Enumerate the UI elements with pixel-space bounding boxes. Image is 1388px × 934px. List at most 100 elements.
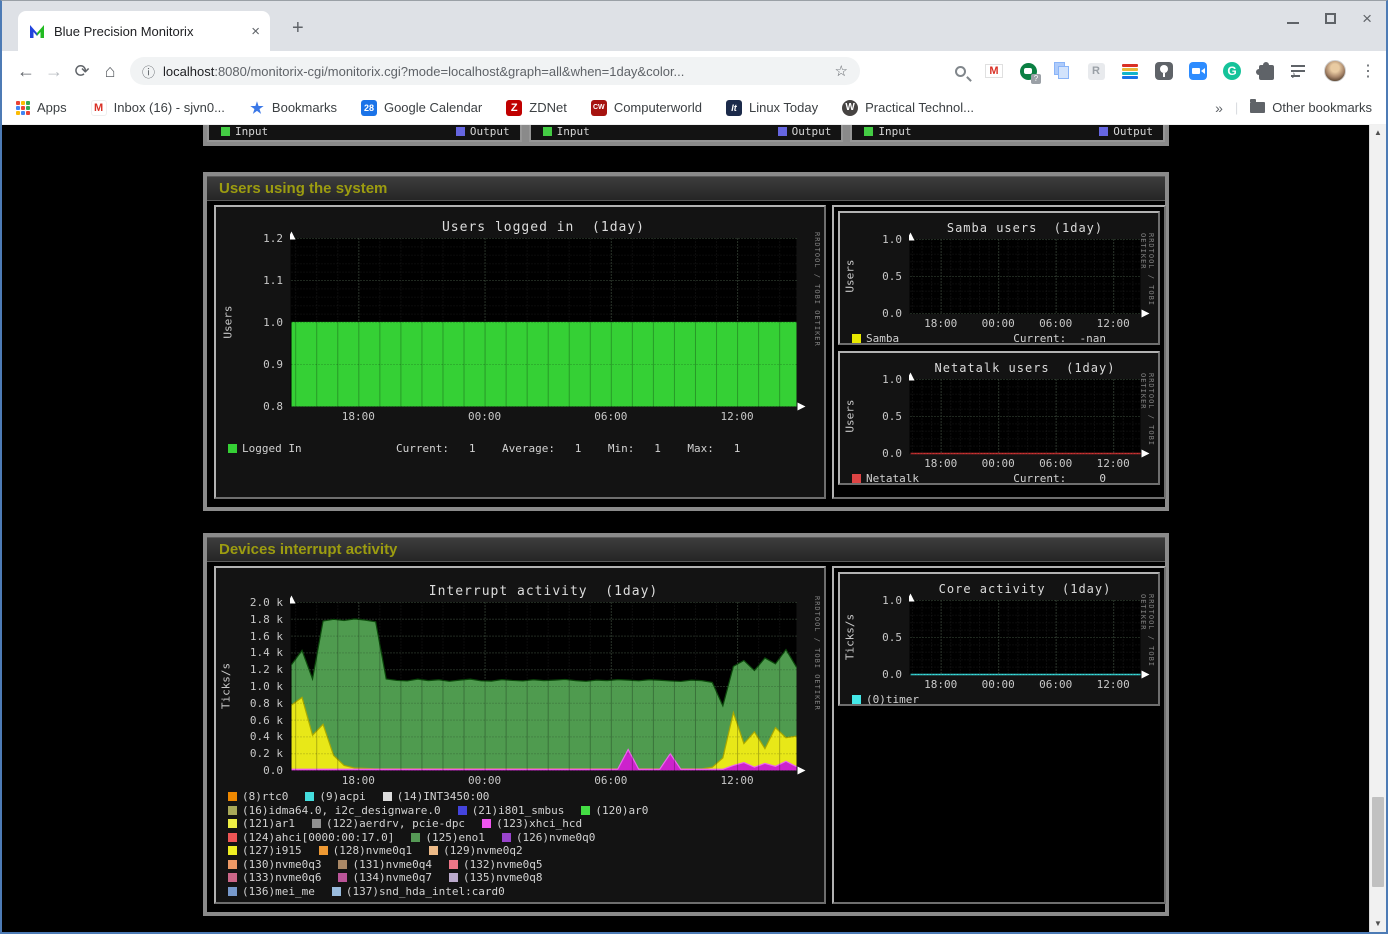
legend-swatch <box>852 334 861 343</box>
input-legend-label: Input <box>557 125 590 138</box>
legend-swatch <box>312 819 321 828</box>
legend-label: (133)nvme0q6 <box>242 871 321 884</box>
y-tick-label: 0.0 <box>216 764 283 777</box>
legend-label: (122)aerdrv, pcie-dpc <box>326 817 465 830</box>
legend-label: (136)mei_me <box>242 885 315 898</box>
bookmark-apps[interactable]: Apps <box>16 100 67 115</box>
legend-swatch <box>228 819 237 828</box>
playlist-extension-icon[interactable]: ♪ <box>1290 61 1310 81</box>
bookmark-computerworld[interactable]: CW Computerworld <box>591 100 702 116</box>
legend-swatch <box>581 806 590 815</box>
other-bookmarks-button[interactable]: Other bookmarks <box>1272 100 1372 115</box>
address-bar[interactable]: ⓘ localhost :8080/monitorix-cgi/monitori… <box>130 57 860 85</box>
rrdtool-watermark: RRDTOOL / TOBI OETIKER <box>813 596 821 711</box>
legend-label: (130)nvme0q3 <box>242 858 321 871</box>
y-tick-label: 0.6 k <box>216 714 283 727</box>
samba-users-graph[interactable]: Samba users (1day)UsersRRDTOOL / TOBI OE… <box>838 211 1160 345</box>
chart-legend-row: (136)mei_me(137)snd_hda_intel:card0 <box>228 885 522 898</box>
bookmark-bookmarks[interactable]: ★ Bookmarks <box>249 100 337 116</box>
output-legend-label: Output <box>792 125 832 138</box>
core-activity-graph[interactable]: Core activity (1day)Ticks/sRRDTOOL / TOB… <box>838 572 1160 706</box>
chart-legend-row: (127)i915(128)nvme0q1(129)nvme0q2 <box>228 844 540 857</box>
input-legend-label: Input <box>235 125 268 138</box>
session-extension-icon[interactable] <box>1154 61 1174 81</box>
legend-label: (124)ahci[0000:00:17.0] <box>242 831 394 844</box>
back-button[interactable]: ← <box>12 61 40 82</box>
legend-swatch <box>228 846 237 855</box>
bookmark-label: Google Calendar <box>384 100 482 115</box>
forward-button[interactable]: → <box>40 61 68 82</box>
x-tick-label: 06:00 <box>1036 678 1076 691</box>
x-tick-label: 00:00 <box>465 774 505 787</box>
grammarly-extension-icon[interactable]: G <box>1222 61 1242 81</box>
maximize-button[interactable] <box>1325 13 1336 24</box>
bookmark-practical-tech[interactable]: W Practical Technol... <box>842 100 974 116</box>
scroll-down-icon[interactable]: ▼ <box>1370 916 1386 932</box>
x-tick-label: 00:00 <box>978 457 1018 470</box>
legend-item: (9)acpi <box>305 790 365 803</box>
chart-legend-row: (8)rtc0(9)acpi(14)INT3450:00 <box>228 790 506 803</box>
computerworld-icon: CW <box>591 100 607 116</box>
y-tick-label: 1.0 <box>216 316 283 329</box>
bookmarks-right: » | Other bookmarks <box>1215 100 1372 116</box>
y-tick-label: 0.8 k <box>216 697 283 710</box>
chrome-menu-icon[interactable]: ⋮ <box>1360 61 1376 81</box>
close-button[interactable]: × <box>1362 13 1372 24</box>
legend-label: (9)acpi <box>319 790 365 803</box>
x-tick-label: 18:00 <box>338 774 378 787</box>
chart-legend: Samba <box>852 332 916 345</box>
legend-label: (135)nvme0q8 <box>463 871 542 884</box>
legend-label: (121)ar1 <box>242 817 295 830</box>
y-tick-label: 2.0 k <box>216 596 283 609</box>
bookmark-zdnet[interactable]: Z ZDNet <box>506 100 567 116</box>
y-tick-label: 1.0 k <box>216 680 283 693</box>
clipped-graph-legend: Input Output <box>850 125 1165 142</box>
legend-label: (8)rtc0 <box>242 790 288 803</box>
reload-button[interactable]: ⟳ <box>68 61 96 82</box>
extensions-row: M ? R G ♪ ⋮ <box>874 60 1376 82</box>
profile-avatar[interactable] <box>1324 60 1346 82</box>
legend-swatch <box>319 846 328 855</box>
zoom-extension-icon[interactable] <box>1188 61 1208 81</box>
new-tab-button[interactable]: + <box>292 17 304 40</box>
reader-extension-icon[interactable]: R <box>1086 61 1106 81</box>
legend-label: (0)timer <box>866 693 919 706</box>
x-tick-label: 00:00 <box>978 678 1018 691</box>
scrollbar[interactable]: ▲ ▼ <box>1369 125 1386 932</box>
legend-item: (135)nvme0q8 <box>449 871 542 884</box>
chart-legend-row: (16)idma64.0, i2c_designware.0(21)i801_s… <box>228 804 665 817</box>
home-button[interactable]: ⌂ <box>96 61 124 82</box>
minimize-button[interactable] <box>1287 22 1299 24</box>
copy-pages-extension-icon[interactable] <box>1052 61 1072 81</box>
tab-close-icon[interactable]: × <box>251 23 260 40</box>
chart-legend: Netatalk <box>852 472 936 485</box>
x-tick-label: 12:00 <box>1093 317 1133 330</box>
bookmark-google-calendar[interactable]: 28 Google Calendar <box>361 100 482 116</box>
gmail-extension-icon[interactable]: M <box>984 61 1004 81</box>
legend-item: (125)eno1 <box>411 831 485 844</box>
scroll-up-icon[interactable]: ▲ <box>1370 125 1386 141</box>
bookmark-inbox[interactable]: M Inbox (16) - sjvn0... <box>91 100 225 116</box>
bookmark-star-icon[interactable]: ☆ <box>835 62 848 80</box>
star-icon: ★ <box>249 100 265 116</box>
legend-label: Logged In <box>242 442 302 455</box>
legend-item: (133)nvme0q6 <box>228 871 321 884</box>
netatalk-users-graph[interactable]: Netatalk users (1day)UsersRRDTOOL / TOBI… <box>838 351 1160 485</box>
bookmarks-overflow-icon[interactable]: » <box>1215 100 1223 116</box>
bookmark-linux-today[interactable]: lt Linux Today <box>726 100 818 116</box>
interrupt-activity-graph[interactable]: Interrupt activity (1day)Ticks/sRRDTOOL … <box>214 566 826 904</box>
search-extension-icon[interactable] <box>950 61 970 81</box>
site-info-icon[interactable]: ⓘ <box>142 62 155 81</box>
books-extension-icon[interactable] <box>1120 61 1140 81</box>
hangouts-extension-icon[interactable]: ? <box>1018 61 1038 81</box>
section-users-title: Users using the system <box>207 176 1165 201</box>
scrollbar-thumb[interactable] <box>1372 797 1384 887</box>
clipped-network-section: Input Output Input Output Input Output <box>203 125 1169 146</box>
users-logged-in-graph[interactable]: Users logged in (1day)UsersRRDTOOL / TOB… <box>214 205 826 499</box>
legend-item: Logged In <box>228 442 302 455</box>
browser-tab[interactable]: Blue Precision Monitorix × <box>18 11 270 51</box>
legend-swatch <box>228 833 237 842</box>
extensions-puzzle-icon[interactable] <box>1256 61 1276 81</box>
bookmark-label: Computerworld <box>614 100 702 115</box>
rrdtool-watermark: RRDTOOL / TOBI OETIKER <box>813 232 821 347</box>
